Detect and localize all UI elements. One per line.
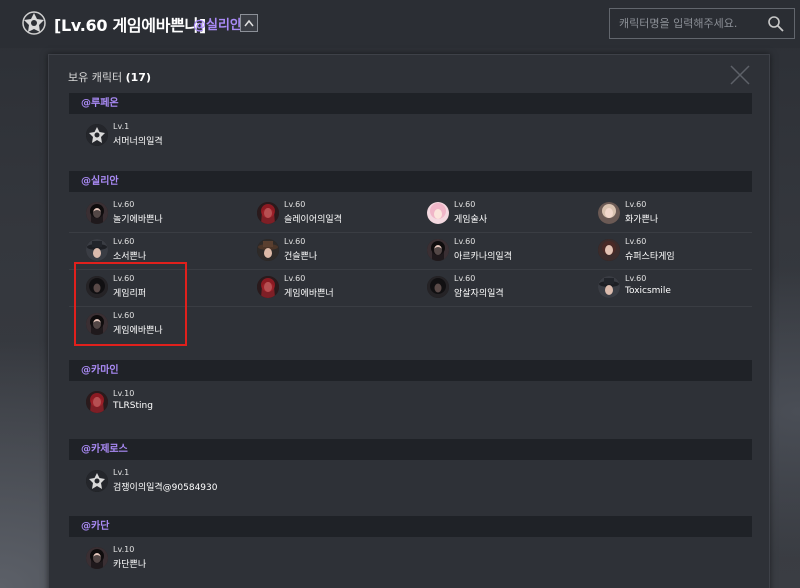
character-name: 게임에바쁜너 <box>284 289 334 299</box>
character-name: 소서쁜나 <box>113 252 147 262</box>
character-name: 서머너의일격 <box>113 137 163 147</box>
character-avatar-icon <box>86 202 108 224</box>
character-name: 암살자의일격 <box>454 289 504 299</box>
character-item[interactable]: Lv.60 게임술사 <box>427 198 592 232</box>
character-avatar-icon <box>86 547 108 569</box>
close-icon <box>730 65 750 85</box>
highlight-box <box>74 262 187 346</box>
character-level: Lv.60 <box>625 274 647 283</box>
character-search-input[interactable] <box>610 9 760 38</box>
character-avatar-icon <box>86 391 108 413</box>
server-group-header: @카마인 <box>69 360 752 381</box>
character-item[interactable]: Lv.1 서머너의일격 <box>86 120 251 154</box>
character-level: Lv.60 <box>625 200 647 209</box>
guild-emblem-icon <box>20 9 48 37</box>
character-name: Toxicsmile <box>625 286 671 296</box>
search-icon[interactable] <box>767 15 785 37</box>
close-button[interactable] <box>729 64 751 86</box>
character-name: 화가쁜나 <box>625 215 659 225</box>
character-item[interactable]: Lv.60 게임에바쁜너 <box>257 272 422 306</box>
server-group-header: @루페온 <box>69 93 752 114</box>
character-level: Lv.60 <box>113 200 135 209</box>
character-avatar-icon <box>598 202 620 224</box>
search-box <box>609 8 795 39</box>
character-name: 슈퍼스타게임 <box>625 252 675 262</box>
server-group-header: @카단 <box>69 516 752 537</box>
character-name: 슬레이어의일격 <box>284 215 342 225</box>
character-name: 게임술사 <box>454 215 488 225</box>
character-avatar-icon <box>257 202 279 224</box>
character-name: 검쟁이의일격@90584930 <box>113 483 218 493</box>
character-avatar-icon <box>86 470 108 492</box>
collapse-button[interactable] <box>240 14 258 32</box>
character-name: 놀기에바쁜나 <box>113 215 163 225</box>
character-level: Lv.60 <box>454 200 476 209</box>
character-level: Lv.60 <box>284 237 306 246</box>
character-avatar-icon <box>86 239 108 261</box>
character-level: Lv.1 <box>113 122 130 131</box>
character-name: 건슬쁜나 <box>284 252 318 262</box>
character-avatar-icon <box>427 276 449 298</box>
character-item[interactable]: Lv.60 슬레이어의일격 <box>257 198 422 232</box>
row-divider <box>69 232 752 233</box>
modal-title-text: 보유 캐릭터 <box>68 71 123 84</box>
account-server-label[interactable]: @실리안 <box>193 14 242 33</box>
character-avatar-icon <box>598 239 620 261</box>
character-item[interactable]: Lv.60 건슬쁜나 <box>257 235 422 269</box>
character-name: 카단쁜나 <box>113 560 147 570</box>
character-level: Lv.10 <box>113 389 135 398</box>
character-item[interactable]: Lv.60 아르카나의일격 <box>427 235 592 269</box>
character-level: Lv.60 <box>454 237 476 246</box>
modal-title: 보유 캐릭터 (17) <box>68 69 151 85</box>
character-level: Lv.60 <box>284 200 306 209</box>
top-bar: [Lv.60 게임에바쁜나] @실리안 <box>0 0 800 48</box>
character-avatar-icon <box>257 239 279 261</box>
character-name: TLRSting <box>113 401 153 411</box>
character-item[interactable]: Lv.10 TLRSting <box>86 387 251 421</box>
character-level: Lv.60 <box>284 274 306 283</box>
character-count: (17) <box>125 71 151 84</box>
character-avatar-icon <box>86 124 108 146</box>
character-item[interactable]: Lv.1 검쟁이의일격@90584930 <box>86 466 251 500</box>
character-level: Lv.60 <box>625 237 647 246</box>
character-item[interactable]: Lv.60 Toxicsmile <box>598 272 763 306</box>
character-name: 아르카나의일격 <box>454 252 512 262</box>
character-avatar-icon <box>427 239 449 261</box>
page-title: [Lv.60 게임에바쁜나] <box>54 16 206 35</box>
character-level: Lv.10 <box>113 545 135 554</box>
character-avatar-icon <box>427 202 449 224</box>
server-group-header: @카제로스 <box>69 439 752 460</box>
character-item[interactable]: Lv.60 화가쁜나 <box>598 198 763 232</box>
character-item[interactable]: Lv.60 놀기에바쁜나 <box>86 198 251 232</box>
server-group-header: @실리안 <box>69 171 752 192</box>
character-item[interactable]: Lv.10 카단쁜나 <box>86 543 251 577</box>
chevron-up-icon <box>244 19 254 27</box>
character-level: Lv.60 <box>113 237 135 246</box>
character-avatar-icon <box>598 276 620 298</box>
character-level: Lv.1 <box>113 468 130 477</box>
character-item[interactable]: Lv.60 암살자의일격 <box>427 272 592 306</box>
character-item[interactable]: Lv.60 슈퍼스타게임 <box>598 235 763 269</box>
character-level: Lv.60 <box>454 274 476 283</box>
character-avatar-icon <box>257 276 279 298</box>
